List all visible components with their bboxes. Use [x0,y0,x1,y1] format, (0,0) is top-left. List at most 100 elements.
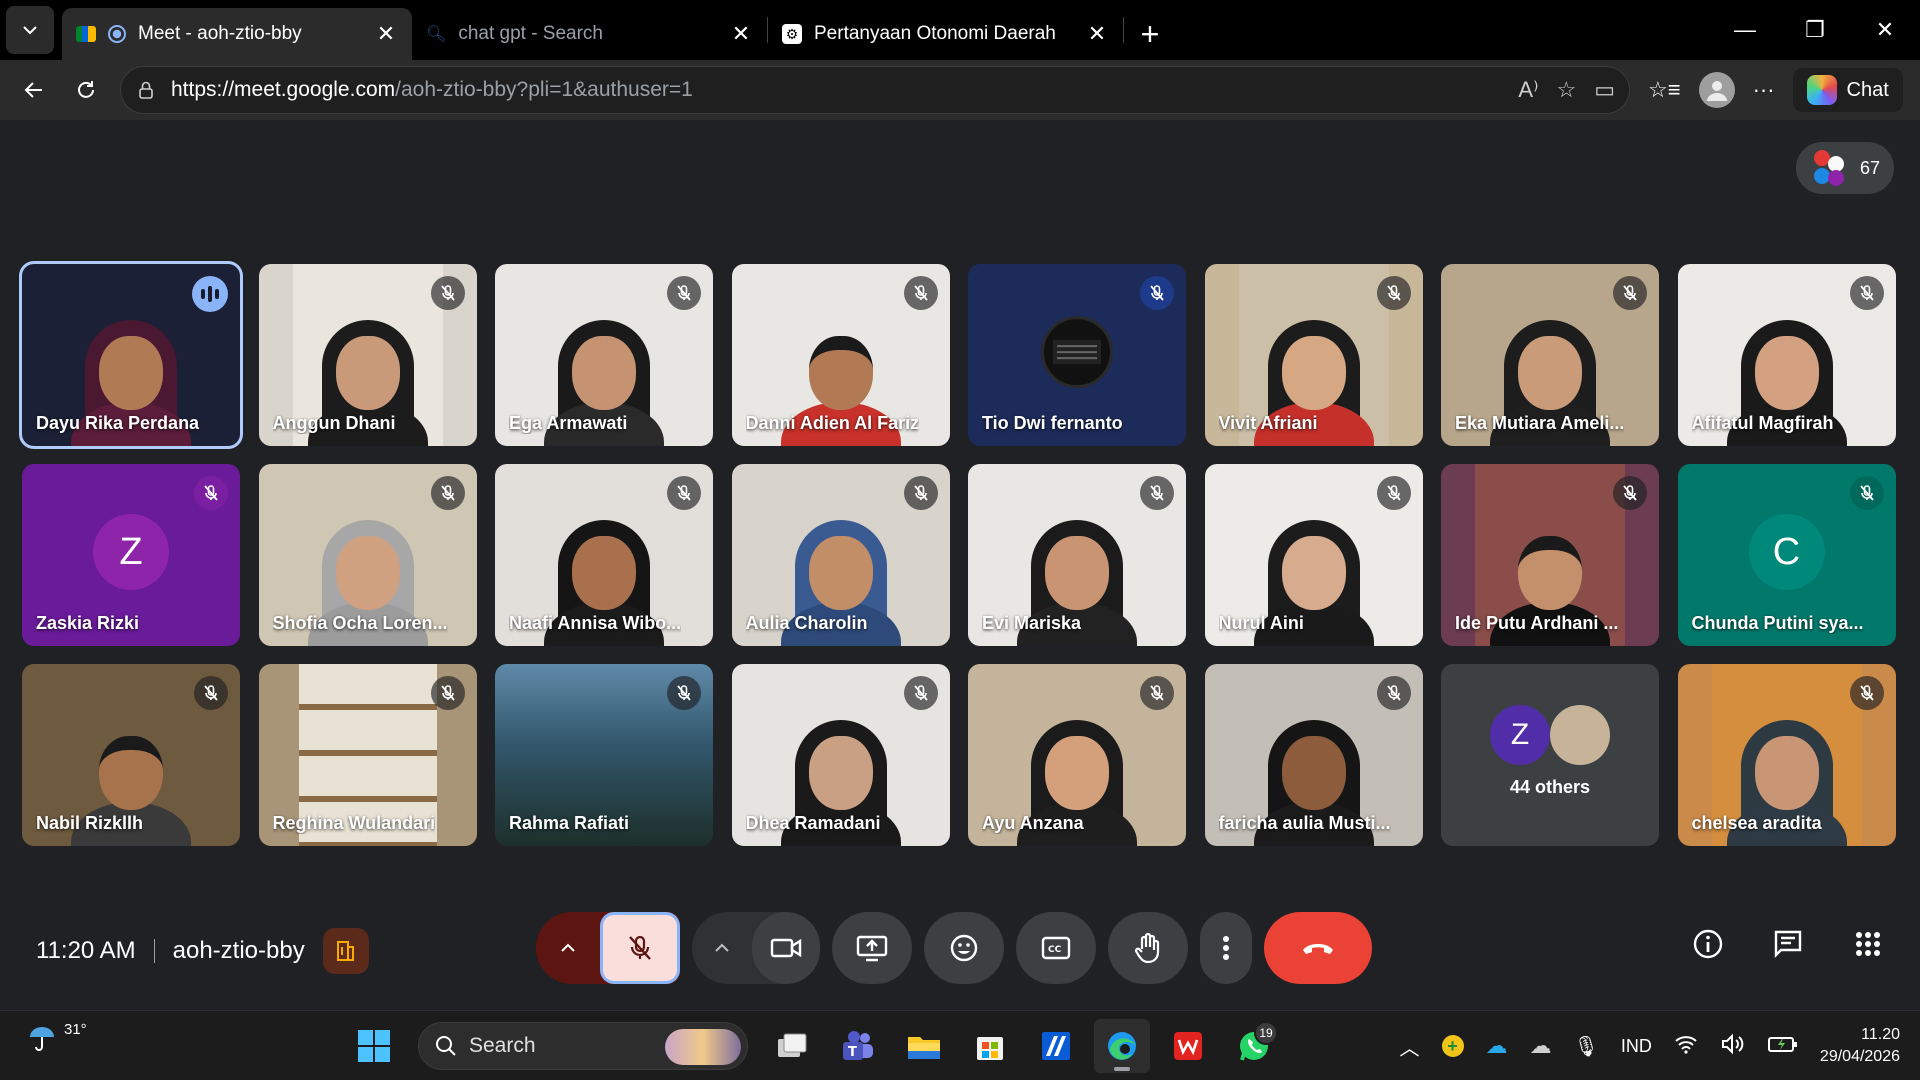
teams-app[interactable]: T [830,1019,886,1073]
video-camera-icon[interactable]: ▭ [1594,77,1615,103]
participant-name: Chunda Putini sya... [1691,613,1864,633]
close-tab-icon[interactable]: ✕ [1085,21,1109,47]
participant-name: Ega Armawati [509,413,628,433]
present-screen-button[interactable] [832,912,912,984]
microphone-icon[interactable]: 🎙︎ [1574,1034,1599,1059]
shield-plus-icon[interactable]: + [1441,1035,1464,1057]
wps-office-app[interactable] [1160,1019,1216,1073]
participant-name: Eka Mutiara Ameli... [1455,413,1625,433]
participant-tile[interactable]: Afifatul Magfirah [1677,264,1896,446]
participant-tile[interactable]: Rahma Rafiati [495,664,713,846]
participant-tile[interactable]: Ide Putu Ardhani ... [1441,464,1659,646]
participant-name: Shofia Ocha Loren... [272,613,448,633]
participant-tile[interactable]: Ega Armawati [495,264,713,446]
participant-tile[interactable]: Naafi Annisa Wibo... [495,464,713,646]
favorites-icon[interactable]: ☆≡ [1648,77,1681,103]
task-view-button[interactable] [764,1019,820,1073]
others-tile[interactable]: Z 44 others [1441,664,1659,846]
file-explorer-app[interactable] [896,1019,952,1073]
center-controls: CC [536,912,1372,984]
back-button[interactable] [8,66,60,114]
tab-actions-menu-button[interactable] [6,6,54,54]
participant-tile[interactable]: Danni Adien Al Fariz [731,264,950,446]
end-call-icon [1303,944,1333,954]
microphone-off-icon [1140,476,1174,510]
more-options-button[interactable] [1200,912,1252,984]
participant-tile[interactable]: Dhea Ramadani [731,664,950,846]
participant-name: Dhea Ramadani [745,813,881,833]
edge-app[interactable] [1094,1019,1150,1073]
wifi-icon[interactable] [1674,1034,1698,1059]
chat-button[interactable] [1770,926,1806,962]
close-tab-icon[interactable]: ✕ [374,21,398,47]
close-window-button[interactable]: ✕ [1850,0,1920,60]
activities-button[interactable] [1850,926,1886,962]
url-field[interactable]: https://meet.google.com/aoh-ztio-bby?pli… [120,66,1630,114]
raise-hand-button[interactable] [1108,912,1188,984]
new-tab-button[interactable]: + [1124,8,1176,60]
restore-button[interactable]: ❐ [1780,0,1850,60]
taskbar-search[interactable]: Search [418,1022,748,1070]
participant-tile[interactable]: Anggun Dhani [258,264,477,446]
whatsapp-app[interactable]: 19 [1226,1019,1282,1073]
host-controls-icon[interactable] [322,928,369,974]
participant-tile[interactable]: Dayu Rika Perdana [19,261,243,449]
battery-charging-icon[interactable] [1767,1035,1798,1058]
microphone-off-icon [1849,676,1884,710]
participant-tile[interactable]: Ayu Anzana [968,664,1186,846]
participant-avatar: C [1748,513,1825,590]
weather-widget[interactable]: 31° [26,1021,87,1053]
close-tab-icon[interactable]: ✕ [729,21,753,47]
azure-app[interactable] [1028,1019,1084,1073]
participant-tile[interactable]: Vivit Afriani [1204,264,1423,446]
tab-meet[interactable]: Meet - aoh-ztio-bby ✕ [62,8,412,60]
onedrive-icon[interactable]: ☁ [1486,1033,1508,1059]
participant-tile[interactable]: faricha aulia Musti... [1204,664,1423,846]
onedrive-sync-icon[interactable]: ☁ [1530,1033,1552,1059]
start-button[interactable] [346,1019,402,1073]
system-clock[interactable]: 11.20 29/04/2026 [1820,1024,1900,1068]
audio-settings-button[interactable] [536,912,600,984]
language-indicator[interactable]: IND [1621,1036,1652,1057]
participant-tile[interactable]: Z Zaskia Rizki [22,464,240,646]
meeting-details-button[interactable] [1690,926,1726,962]
microsoft-store-app[interactable] [962,1019,1018,1073]
participant-tile[interactable]: C Chunda Putini sya... [1677,464,1896,646]
chevron-up-icon[interactable]: ︿ [1400,1032,1420,1061]
microphone-off-icon [1376,276,1411,310]
tab-chat-gpt-search[interactable]: 🔍︎ chat gpt - Search ✕ [412,8,767,60]
participant-name: faricha aulia Musti... [1218,813,1391,833]
video-settings-button[interactable] [692,912,752,984]
leave-call-button[interactable] [1264,912,1372,984]
participant-tile[interactable]: chelsea aradita [1677,664,1896,846]
reactions-button[interactable] [924,912,1004,984]
read-aloud-icon[interactable]: A⁾ [1518,77,1538,103]
volume-icon[interactable] [1720,1033,1746,1060]
microphone-off-icon [194,676,228,710]
clock-date: 29/04/2026 [1819,1048,1900,1065]
participant-tile[interactable]: Nurul Aini [1204,464,1423,646]
participant-tile[interactable]: Shofia Ocha Loren... [258,464,477,646]
participant-tile[interactable]: Tio Dwi fernanto [968,264,1186,446]
favorite-star-icon[interactable]: ☆ [1556,77,1576,103]
refresh-button[interactable] [60,66,112,114]
participant-tile[interactable]: Eka Mutiara Ameli... [1441,264,1659,446]
copilot-chat-button[interactable]: Chat [1792,68,1903,112]
participants-button[interactable]: 67 [1796,142,1894,194]
participant-tile[interactable]: Evi Mariska [968,464,1186,646]
copilot-icon [1806,75,1837,105]
captions-button[interactable]: CC [1016,912,1096,984]
more-options-icon[interactable]: ··· [1753,77,1775,103]
camera-toggle-button[interactable] [752,912,820,984]
user-icon [1706,81,1727,101]
tab-pertanyaan[interactable]: ⚙︎ Pertanyaan Otonomi Daerah ✕ [768,8,1123,60]
participant-tile[interactable]: Reghina Wulandari [258,664,477,846]
participant-tile[interactable]: Nabil Rizkllh [22,664,240,846]
participant-tile[interactable]: Aulia Charolin [731,464,950,646]
minimize-button[interactable]: — [1710,0,1780,60]
profile-avatar[interactable] [1698,72,1735,108]
clock-time: 11.20 [1861,1026,1900,1043]
microphone-off-icon [430,476,465,510]
microphone-toggle-button[interactable] [600,912,680,984]
divider [153,939,155,963]
